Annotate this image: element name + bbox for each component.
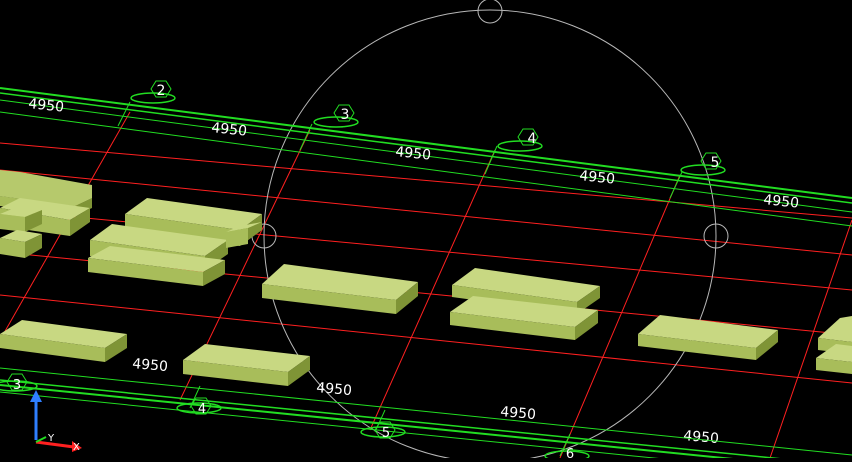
top-axis-dimensions: 4950 4950 4950 4950 4950: [28, 96, 800, 212]
dimension-label: 4950: [763, 192, 800, 212]
svg-text:3: 3: [13, 378, 21, 393]
red-grid: [0, 111, 852, 459]
svg-text:4: 4: [528, 131, 537, 147]
axis-bubble[interactable]: 3: [313, 104, 359, 128]
svg-text:5: 5: [711, 155, 720, 171]
dimension-label: 4950: [683, 428, 720, 447]
slab[interactable]: [638, 315, 778, 360]
axis-bubble[interactable]: 2: [130, 80, 176, 104]
slab[interactable]: [262, 264, 418, 314]
svg-text:6: 6: [566, 447, 574, 458]
x-axis-arrow: [35, 440, 75, 449]
slab[interactable]: [183, 344, 310, 386]
dimension-label: 4950: [395, 144, 432, 164]
svg-text:5: 5: [382, 426, 390, 441]
slab[interactable]: [0, 230, 42, 258]
dimension-label: 4950: [132, 356, 169, 375]
slab[interactable]: [0, 320, 127, 362]
ucs-y-label: Y: [47, 433, 55, 444]
bottom-axis-band: [0, 367, 852, 462]
orbit-handle-top[interactable]: [477, 0, 503, 24]
axis-bubble[interactable]: 6: [544, 447, 590, 462]
axis-bubble[interactable]: 5: [680, 152, 726, 176]
dimension-label: 4950: [28, 96, 65, 116]
svg-text:3: 3: [341, 107, 350, 123]
3d-viewport[interactable]: 2 3 4 5 4950 4950 4950 4950 4950 4950 49…: [0, 0, 852, 462]
svg-text:4: 4: [198, 402, 206, 417]
dimension-label: 4950: [316, 380, 353, 399]
dimension-label: 4950: [579, 168, 616, 188]
ucs-x-label: X: [73, 442, 80, 453]
svg-text:2: 2: [157, 83, 166, 99]
scene-canvas[interactable]: 2 3 4 5 4950 4950 4950 4950 4950 4950 49…: [0, 0, 852, 462]
axis-bubble[interactable]: 4: [497, 128, 543, 152]
dimension-label: 4950: [500, 404, 537, 423]
dimension-label: 4950: [211, 120, 248, 140]
